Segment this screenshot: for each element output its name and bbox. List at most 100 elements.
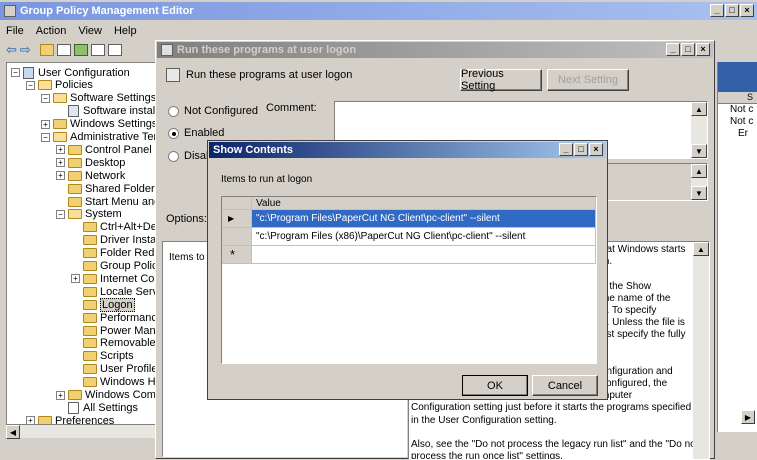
tree-item[interactable]: + Windows Compon <box>56 389 160 402</box>
collapse-icon[interactable]: − <box>41 132 50 142</box>
help-icon[interactable] <box>90 44 105 56</box>
result-col-header[interactable]: S <box>718 92 757 104</box>
help-line: in the User Configuration setting. <box>411 414 557 426</box>
export-list-icon[interactable] <box>73 44 88 56</box>
tree-item-label: Windows Settings <box>70 118 158 131</box>
show-contents-dialog: Show Contents _ □ × Items to run at logo… <box>207 140 608 400</box>
row-selector[interactable] <box>222 228 252 246</box>
comment-scrollbar[interactable]: ▲ ▼ <box>691 102 707 158</box>
ok-button[interactable]: OK <box>462 375 528 396</box>
result-row[interactable]: Er <box>718 128 757 140</box>
software-install-icon <box>68 105 79 118</box>
forward-icon[interactable]: ⇨ <box>20 42 31 58</box>
tree-item[interactable]: Removable Sto <box>71 337 160 350</box>
menu-action[interactable]: Action <box>30 25 73 37</box>
scroll-up-icon[interactable]: ▲ <box>691 102 707 116</box>
menu-file[interactable]: File <box>0 25 30 37</box>
tree-item[interactable]: All Settings <box>56 401 138 414</box>
grid-new-row[interactable] <box>252 246 596 264</box>
result-row[interactable]: Not c <box>718 116 757 128</box>
enabled-radio[interactable]: Enabled <box>168 127 224 139</box>
tree-item[interactable]: Ctrl+Alt+Del C <box>71 221 160 234</box>
tree-item[interactable]: + Desktop <box>56 156 125 169</box>
tree-item[interactable]: − Software Settings <box>41 92 156 105</box>
show-hide-tree-icon[interactable] <box>56 44 71 56</box>
tree-item[interactable]: − System <box>56 208 122 221</box>
tree-item-label: Desktop <box>85 156 126 169</box>
cancel-button[interactable]: Cancel <box>532 375 598 396</box>
tree-item[interactable]: Performance C <box>71 311 160 324</box>
row-selector[interactable]: ▶ <box>222 210 252 228</box>
folder-icon <box>68 144 82 155</box>
scroll-up-icon[interactable]: ▲ <box>693 242 709 256</box>
maximize-button[interactable]: □ <box>725 4 739 17</box>
tree-item[interactable]: − Policies <box>26 79 93 92</box>
sc-minimize-button[interactable]: _ <box>559 143 573 156</box>
next-setting-button[interactable]: Next Setting <box>547 69 629 91</box>
result-row[interactable]: Not c <box>718 104 757 116</box>
tree-item[interactable]: Folder Redirect <box>71 247 160 260</box>
tree-item[interactable]: Logon <box>71 297 135 312</box>
not-configured-radio[interactable]: Not Configured <box>168 105 258 117</box>
collapse-icon[interactable]: − <box>26 80 35 90</box>
scroll-up-icon[interactable]: ▲ <box>691 164 707 178</box>
tree-item[interactable]: User Profiles <box>71 363 160 376</box>
grid-header-value[interactable]: Value <box>252 197 596 210</box>
policy-dialog-title-bar: Run these programs at user logon _ □ × <box>157 42 713 58</box>
tree-item[interactable]: Start Menu and Ta <box>56 195 160 208</box>
sc-close-button[interactable]: × <box>589 143 603 156</box>
policy-minimize-button[interactable]: _ <box>666 43 680 56</box>
tree-item[interactable]: + Network <box>56 169 125 182</box>
tree-item[interactable]: Power Manage <box>71 324 160 337</box>
expand-icon[interactable]: + <box>56 145 65 155</box>
collapse-icon[interactable]: − <box>41 93 50 103</box>
tree-item[interactable]: Driver Installa <box>71 234 161 247</box>
result-scroll-right-icon[interactable]: ▶ <box>741 410 755 424</box>
scroll-left-icon[interactable]: ◀ <box>6 425 20 439</box>
tree-item-label: All Settings <box>83 401 139 414</box>
tree-item-label: Shared Folders <box>85 182 161 195</box>
tree-item[interactable]: Shared Folders <box>56 182 160 195</box>
grid-row-value[interactable]: "c:\Program Files\PaperCut NG Client\pc-… <box>252 210 596 228</box>
folder-icon <box>83 364 97 375</box>
tree-hscroll[interactable]: ◀ <box>6 424 161 439</box>
expand-icon[interactable]: + <box>56 171 65 181</box>
tree-item[interactable]: + Windows Settings <box>41 118 157 131</box>
minimize-button[interactable]: _ <box>710 4 724 17</box>
tree-item[interactable]: − Administrative Templa <box>41 131 160 144</box>
expand-icon[interactable]: + <box>56 390 65 400</box>
expand-icon[interactable]: + <box>41 119 50 129</box>
tree-item[interactable]: Software installati <box>56 105 160 118</box>
row-selector[interactable]: * <box>222 246 252 264</box>
collapse-icon[interactable]: − <box>11 68 20 77</box>
tree-item[interactable]: − User Configuration <box>11 66 130 79</box>
menu-view[interactable]: View <box>72 25 108 37</box>
up-folder-icon[interactable] <box>39 44 54 56</box>
tree-item[interactable]: Windows HotS <box>71 376 160 389</box>
supported-scrollbar[interactable]: ▲ ▼ <box>691 164 707 200</box>
tree-item[interactable]: + Internet Comr <box>71 272 160 285</box>
tree-item[interactable]: Group Policy <box>71 260 160 273</box>
properties-icon[interactable] <box>107 44 122 56</box>
grid-row-value[interactable]: "c:\Program Files (x86)\PaperCut NG Clie… <box>252 228 596 246</box>
tree-item-label: Driver Installa <box>100 234 161 247</box>
policy-icon <box>161 44 173 56</box>
close-button[interactable]: × <box>740 4 754 17</box>
previous-setting-button[interactable]: Previous Setting <box>460 68 542 92</box>
collapse-icon[interactable]: − <box>56 209 65 219</box>
menu-help[interactable]: Help <box>108 25 143 37</box>
back-icon[interactable]: ⇦ <box>6 42 17 58</box>
folder-icon <box>53 93 67 104</box>
policy-close-button[interactable]: × <box>696 43 710 56</box>
scroll-down-icon[interactable]: ▼ <box>691 186 707 200</box>
tree-item[interactable]: Scripts <box>71 350 134 363</box>
help-scrollbar[interactable]: ▲ <box>693 242 709 459</box>
scroll-down-icon[interactable]: ▼ <box>691 144 707 158</box>
sc-maximize-button[interactable]: □ <box>574 143 588 156</box>
tree-item[interactable]: + Control Panel <box>56 143 152 156</box>
expand-icon[interactable]: + <box>71 274 80 284</box>
not-configured-label: Not Configured <box>184 105 258 117</box>
policy-maximize-button[interactable]: □ <box>681 43 695 56</box>
tree-item[interactable]: Locale Service <box>71 285 160 298</box>
expand-icon[interactable]: + <box>56 158 65 168</box>
